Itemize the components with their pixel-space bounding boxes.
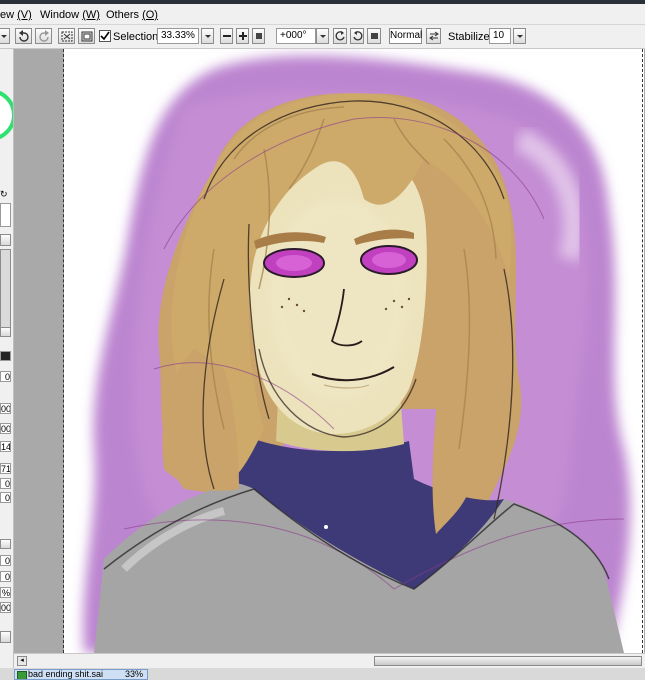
left-panel-value-7[interactable]: 0 [0, 492, 11, 503]
rotate-reset-icon[interactable] [367, 28, 381, 44]
menu-others-key: (O) [142, 9, 158, 21]
menu-others-label: Others [106, 9, 140, 21]
canvas-area[interactable] [14, 49, 645, 653]
left-panel-value-11[interactable]: 00 [0, 602, 11, 613]
deselect-icon[interactable] [78, 28, 95, 44]
left-panel-preview [0, 203, 11, 227]
menu-window[interactable]: Window (W) [40, 9, 100, 21]
selection-label: Selection [113, 31, 159, 43]
zoom-out-icon[interactable] [220, 28, 233, 44]
menu-view-label: ew [0, 9, 15, 21]
left-panel-scroll-track[interactable] [0, 249, 11, 329]
toolbar: Selection 33.33% +000° Normal Stabilizer… [0, 25, 645, 49]
left-panel-value-5[interactable]: 71 [0, 463, 11, 474]
stabilizer-label: Stabilizer [448, 31, 494, 43]
rotation-field[interactable]: +000° [276, 28, 316, 44]
canvas-paper[interactable] [64, 49, 644, 653]
left-panel-value-10[interactable]: % [0, 587, 11, 598]
transform-arrow-icon[interactable]: ↻ [0, 189, 8, 200]
redo-icon[interactable] [35, 28, 52, 44]
left-tool-panel: ↻ 0 00 00 14 71 0 0 0 0 % 00 [0, 49, 14, 669]
menu-view-key: (V) [17, 9, 32, 21]
scroll-left-arrow-icon[interactable]: ◂ [17, 656, 27, 666]
horizontal-scrollbar[interactable]: ◂ [14, 653, 645, 668]
rotate-left-icon[interactable] [333, 28, 347, 44]
rotate-right-icon[interactable] [350, 28, 364, 44]
left-panel-value-4[interactable]: 14 [0, 441, 11, 452]
selection-checkbox[interactable] [99, 30, 111, 42]
menu-window-label: Window [40, 9, 80, 21]
document-zoom: 33% [124, 669, 143, 679]
document-tab[interactable]: bad ending shit.sai 33% [14, 669, 148, 680]
menu-bar: ew (V) Window (W) Others (O) [0, 4, 645, 25]
left-panel-value-8[interactable]: 0 [0, 555, 11, 566]
left-panel-value-3[interactable]: 00 [0, 423, 11, 434]
artwork [83, 55, 631, 653]
left-panel-button-2[interactable] [0, 631, 11, 643]
menu-others[interactable]: Others (O) [106, 9, 158, 21]
undo-icon[interactable] [15, 28, 32, 44]
zoom-in-icon[interactable] [236, 28, 249, 44]
zoom-reset-icon[interactable] [252, 28, 265, 44]
selection-border-right [642, 49, 644, 653]
left-panel-scroll-up[interactable] [0, 234, 11, 246]
selection-border-left [63, 49, 65, 653]
select-all-icon[interactable] [58, 28, 75, 44]
document-name: bad ending shit.sai [28, 669, 104, 679]
blend-mode-field[interactable]: Normal [389, 28, 422, 44]
rotation-dropdown-arrow-icon[interactable] [316, 28, 329, 44]
stabilizer-field[interactable]: 10 [489, 28, 511, 44]
document-icon [17, 671, 27, 679]
left-panel-button-1[interactable] [0, 539, 11, 549]
zoom-dropdown-arrow-icon[interactable] [201, 28, 214, 44]
zoom-field[interactable]: 33.33% [157, 28, 199, 44]
left-panel-value-9[interactable]: 0 [0, 571, 11, 582]
left-panel-value-1[interactable]: 0 [0, 371, 11, 382]
menu-window-key: (W) [82, 9, 100, 21]
color-wheel[interactable] [0, 89, 13, 141]
horizontal-scroll-thumb[interactable] [374, 656, 642, 666]
menu-view[interactable]: ew (V) [0, 9, 32, 21]
left-panel-scroll-down[interactable] [0, 327, 11, 337]
dropdown-arrow-icon[interactable] [0, 28, 10, 44]
left-panel-color-swatch[interactable] [0, 351, 11, 361]
flip-icon[interactable] [426, 28, 441, 44]
stabilizer-dropdown-arrow-icon[interactable] [513, 28, 526, 44]
left-panel-value-6[interactable]: 0 [0, 478, 11, 489]
left-panel-value-2[interactable]: 00 [0, 403, 11, 414]
